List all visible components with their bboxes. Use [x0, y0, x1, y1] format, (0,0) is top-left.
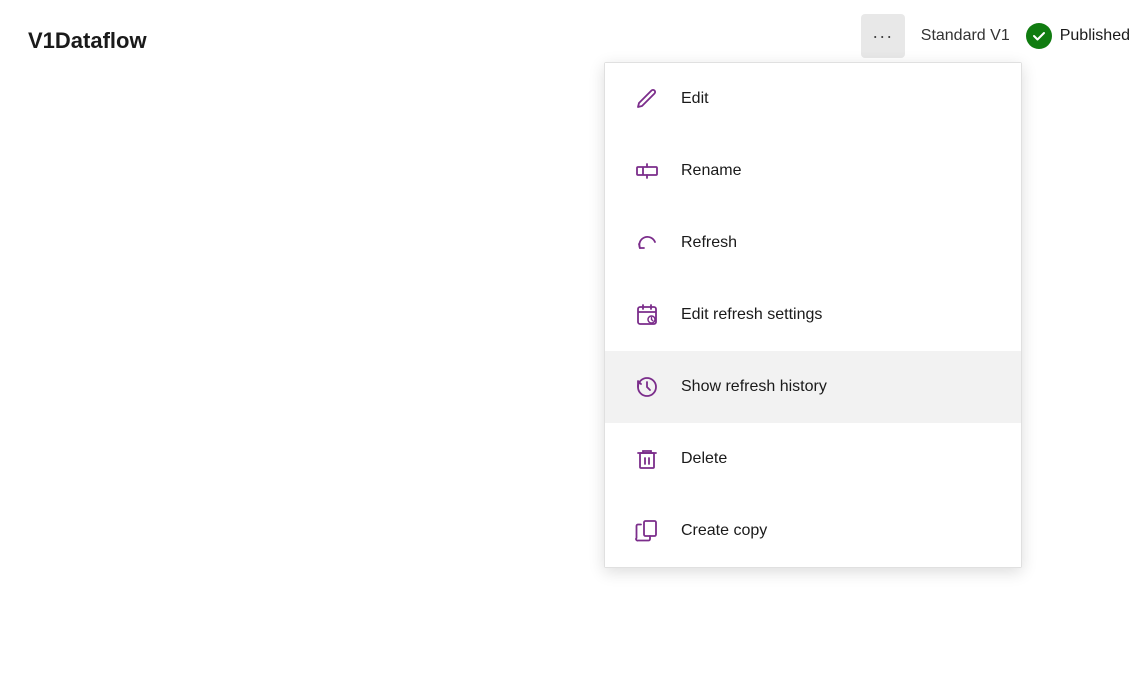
- delete-icon: [633, 445, 661, 473]
- published-check-icon: [1026, 23, 1052, 49]
- calendar-icon: [633, 301, 661, 329]
- menu-item-refresh-label: Refresh: [681, 234, 737, 252]
- menu-item-show-refresh-history-label: Show refresh history: [681, 378, 827, 396]
- menu-item-edit-label: Edit: [681, 90, 709, 108]
- menu-item-create-copy-label: Create copy: [681, 522, 767, 540]
- menu-item-edit[interactable]: Edit: [605, 63, 1021, 135]
- published-badge: Published: [1026, 23, 1130, 49]
- standard-label: Standard V1: [921, 27, 1010, 45]
- published-label: Published: [1060, 27, 1130, 45]
- page-title: V1Dataflow: [28, 28, 147, 54]
- menu-item-show-refresh-history[interactable]: Show refresh history: [605, 351, 1021, 423]
- copy-icon: [633, 517, 661, 545]
- menu-item-rename-label: Rename: [681, 162, 741, 180]
- header-right: ··· Standard V1 Published: [861, 14, 1130, 58]
- menu-item-delete-label: Delete: [681, 450, 727, 468]
- edit-icon: [633, 85, 661, 113]
- menu-item-delete[interactable]: Delete: [605, 423, 1021, 495]
- context-menu: Edit Rename Refresh: [604, 62, 1022, 568]
- rename-icon: [633, 157, 661, 185]
- menu-item-create-copy[interactable]: Create copy: [605, 495, 1021, 567]
- menu-item-refresh[interactable]: Refresh: [605, 207, 1021, 279]
- history-icon: [633, 373, 661, 401]
- menu-item-rename[interactable]: Rename: [605, 135, 1021, 207]
- menu-item-edit-refresh-settings[interactable]: Edit refresh settings: [605, 279, 1021, 351]
- refresh-icon: [633, 229, 661, 257]
- more-options-button[interactable]: ···: [861, 14, 905, 58]
- menu-item-edit-refresh-settings-label: Edit refresh settings: [681, 306, 822, 324]
